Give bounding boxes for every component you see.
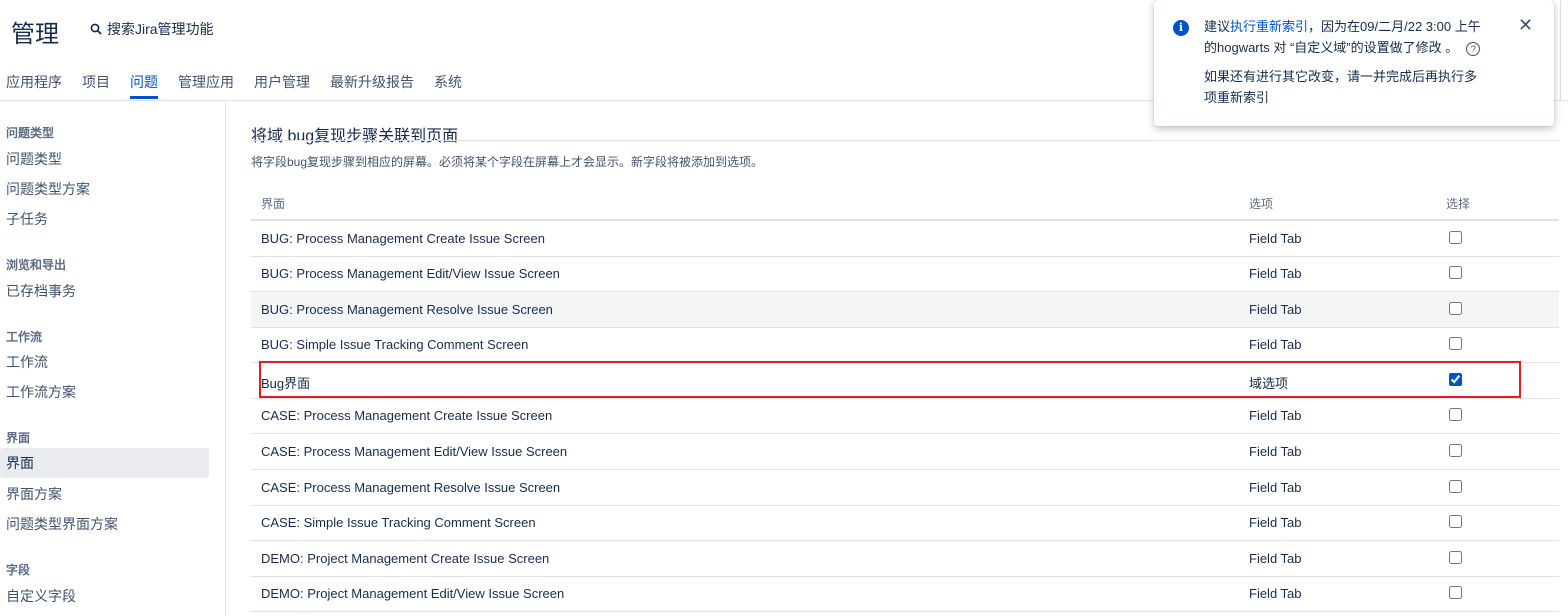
tab-name: Field Tab <box>1249 444 1302 459</box>
tab-name: Field Tab <box>1249 231 1302 246</box>
notification-line-1: 建议执行重新索引，因为在09/二月/22 3:00 上午 <box>1204 16 1481 37</box>
admin-search[interactable]: 搜索Jira管理功能 <box>90 19 214 39</box>
table-row: BUG: Simple Issue Tracking Comment Scree… <box>251 327 1559 363</box>
screen-name: BUG: Process Management Edit/View Issue … <box>261 266 560 281</box>
notification-line-3: 如果还有进行其它改变，请一并完成后再执行多 <box>1204 69 1478 84</box>
reindex-notification: i 建议执行重新索引，因为在09/二月/22 3:00 上午 的hogwarts… <box>1154 0 1554 126</box>
sidebar-item-issue-type-screen-schemes[interactable]: 问题类型界面方案 <box>6 514 118 534</box>
divider <box>251 140 1559 141</box>
screen-name: CASE: Process Management Resolve Issue S… <box>261 480 561 495</box>
tab-user-management[interactable]: 用户管理 <box>254 72 310 92</box>
section-description: 将字段bug复现步骤到相应的屏幕。必须将某个字段在屏幕上才会显示。新字段将被添加… <box>251 155 764 169</box>
sidebar-heading-screens: 界面 <box>6 431 31 445</box>
notification-text: 建议 <box>1204 19 1231 34</box>
tab-upgrade-report[interactable]: 最新升级报告 <box>330 72 414 92</box>
table-row: BUG: Process Management Edit/View Issue … <box>251 256 1559 292</box>
sidebar-item-custom-fields[interactable]: 自定义字段 <box>6 586 76 606</box>
select-checkbox[interactable] <box>1449 302 1462 315</box>
table-row: CASE: Process Management Create Issue Sc… <box>251 398 1559 434</box>
screen-name: CASE: Process Management Create Issue Sc… <box>261 408 553 423</box>
table-row: CASE: Process Management Edit/View Issue… <box>251 434 1559 470</box>
tab-name: Field Tab <box>1249 302 1302 317</box>
screen-name: DEMO: Project Management Edit/View Issue… <box>261 586 565 601</box>
table-row: CASE: Process Management Resolve Issue S… <box>251 470 1559 506</box>
column-header-select: 选择 <box>1446 197 1471 211</box>
tab-system[interactable]: 系统 <box>434 72 462 92</box>
table-header: 界面 选项 选择 <box>251 185 1559 221</box>
sidebar-item-subtasks[interactable]: 子任务 <box>6 209 48 229</box>
select-checkbox[interactable] <box>1449 480 1462 493</box>
table-row: Bug界面 域选项 <box>251 363 1559 399</box>
sidebar: 问题类型 问题类型 问题类型方案 子任务 浏览和导出 已存档事务 工作流 工作流… <box>0 101 226 616</box>
screen-name: BUG: Simple Issue Tracking Comment Scree… <box>261 337 529 352</box>
sidebar-item-archived-issues[interactable]: 已存档事务 <box>6 281 76 301</box>
reindex-link[interactable]: 执行重新索引 <box>1230 19 1308 34</box>
sidebar-heading-fields: 字段 <box>6 563 31 577</box>
select-checkbox[interactable] <box>1449 586 1462 599</box>
table-row: CASE: Simple Issue Tracking Comment Scre… <box>251 505 1559 541</box>
tab-name: Field Tab <box>1249 515 1302 530</box>
sidebar-heading-workflows: 工作流 <box>6 330 43 344</box>
search-label: 搜索Jira管理功能 <box>107 21 214 37</box>
tab-name: Field Tab <box>1249 337 1302 352</box>
sidebar-item-issue-type-schemes[interactable]: 问题类型方案 <box>6 179 90 199</box>
select-checkbox[interactable] <box>1449 266 1462 279</box>
info-icon: i <box>1173 20 1189 36</box>
tab-projects[interactable]: 项目 <box>82 72 110 92</box>
notification-line-4: 项重新索引 <box>1204 90 1270 105</box>
column-header-tab: 选项 <box>1249 197 1274 211</box>
sidebar-item-screens[interactable]: 界面 <box>0 448 209 478</box>
sidebar-heading-browse-export: 浏览和导出 <box>6 258 67 272</box>
tab-issues[interactable]: 问题 <box>130 72 158 99</box>
screen-name: BUG: Process Management Resolve Issue Sc… <box>261 302 553 317</box>
screen-name: CASE: Simple Issue Tracking Comment Scre… <box>261 515 536 530</box>
sidebar-heading-issue-types: 问题类型 <box>6 126 55 140</box>
select-checkbox[interactable] <box>1449 337 1462 350</box>
select-checkbox[interactable] <box>1449 408 1462 421</box>
sidebar-item-workflows[interactable]: 工作流 <box>6 352 48 372</box>
column-header-screen: 界面 <box>261 197 286 211</box>
tab-name: Field Tab <box>1249 480 1302 495</box>
tab-name: Field Tab <box>1249 551 1302 566</box>
table-row: DEMO: Project Management Create Issue Sc… <box>251 541 1559 577</box>
sidebar-item-issue-types[interactable]: 问题类型 <box>6 149 62 169</box>
tab-name: Field Tab <box>1249 408 1302 423</box>
screen-name: DEMO: Project Management Create Issue Sc… <box>261 551 550 566</box>
select-checkbox[interactable] <box>1449 373 1462 386</box>
notification-text: 的hogwarts 对 “自定义域”的设置做了修改 。 <box>1204 40 1459 55</box>
tab-name: Field Tab <box>1249 266 1302 281</box>
tab-name: 域选项 <box>1249 376 1289 391</box>
table-row: DEMO: Project Management Edit/View Issue… <box>251 576 1559 612</box>
screen-name: Bug界面 <box>261 376 311 391</box>
screen-name: BUG: Process Management Create Issue Scr… <box>261 231 545 246</box>
notification-text: ，因为在09/二月/22 3:00 上午 <box>1308 19 1481 34</box>
select-checkbox[interactable] <box>1449 551 1462 564</box>
page-title: 管理 <box>11 21 59 48</box>
select-checkbox[interactable] <box>1449 444 1462 457</box>
table-row: BUG: Process Management Resolve Issue Sc… <box>251 292 1559 328</box>
tab-name: Field Tab <box>1249 586 1302 601</box>
tab-applications[interactable]: 应用程序 <box>6 72 62 92</box>
select-checkbox[interactable] <box>1449 515 1462 528</box>
sidebar-item-screen-schemes[interactable]: 界面方案 <box>6 484 62 504</box>
notification-line-2: 的hogwarts 对 “自定义域”的设置做了修改 。? <box>1204 37 1481 58</box>
screen-name: CASE: Process Management Edit/View Issue… <box>261 444 568 459</box>
help-icon[interactable]: ? <box>1466 41 1481 56</box>
section-title: 将域 bug复现步骤关联到页面 <box>251 128 459 145</box>
close-icon[interactable]: ✕ <box>1518 16 1533 34</box>
sidebar-item-workflow-schemes[interactable]: 工作流方案 <box>6 382 76 402</box>
table-row: BUG: Process Management Create Issue Scr… <box>251 221 1559 257</box>
select-checkbox[interactable] <box>1449 231 1462 244</box>
tab-manage-apps[interactable]: 管理应用 <box>178 72 234 92</box>
search-icon <box>90 23 102 35</box>
